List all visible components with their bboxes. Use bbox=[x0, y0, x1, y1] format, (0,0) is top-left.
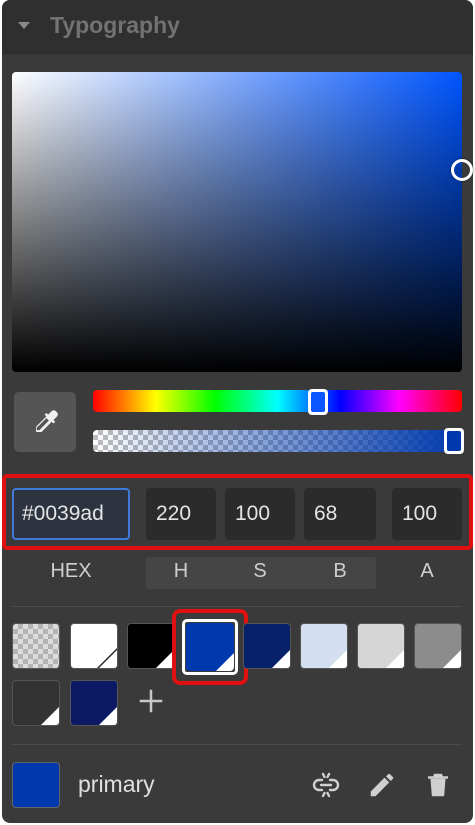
plus-icon bbox=[139, 689, 163, 713]
trash-icon bbox=[428, 773, 448, 797]
eyedropper-icon bbox=[36, 410, 58, 432]
pencil-icon bbox=[370, 773, 394, 797]
swatch-white[interactable] bbox=[70, 623, 118, 669]
current-color-swatch[interactable] bbox=[12, 762, 60, 808]
divider bbox=[12, 744, 462, 745]
alpha-slider-handle[interactable] bbox=[444, 428, 464, 454]
brightness-label[interactable]: B bbox=[304, 560, 376, 583]
unlink-button[interactable] bbox=[310, 768, 342, 802]
delete-color-button[interactable] bbox=[422, 768, 454, 802]
unlink-icon bbox=[312, 772, 340, 798]
saturation-brightness-handle[interactable] bbox=[451, 159, 473, 181]
swatch-dark-gray[interactable] bbox=[12, 680, 60, 726]
hue-slider-handle[interactable] bbox=[308, 389, 328, 415]
swatch-light-blue[interactable] bbox=[300, 623, 348, 669]
caret-down-icon[interactable] bbox=[18, 22, 30, 29]
alpha-slider[interactable] bbox=[93, 430, 462, 452]
value-fields-highlight bbox=[2, 474, 473, 550]
hex-label[interactable]: HEX bbox=[12, 560, 130, 583]
saturation-label[interactable]: S bbox=[225, 560, 295, 583]
swatch-transparent[interactable] bbox=[12, 623, 60, 669]
alpha-label[interactable]: A bbox=[392, 560, 462, 583]
swatch-dark-navy[interactable] bbox=[70, 680, 118, 726]
divider bbox=[12, 606, 462, 607]
swatch-black[interactable] bbox=[127, 623, 175, 669]
saturation-brightness-area[interactable] bbox=[12, 72, 462, 372]
edit-color-button[interactable] bbox=[366, 768, 398, 802]
hue-slider[interactable] bbox=[93, 390, 462, 412]
typography-section-header[interactable]: Typography bbox=[2, 0, 473, 54]
eyedropper-button[interactable] bbox=[14, 392, 76, 452]
section-title: Typography bbox=[50, 12, 180, 38]
swatch-navy[interactable] bbox=[243, 623, 291, 669]
current-color-name: primary bbox=[78, 771, 155, 797]
swatch-gray[interactable] bbox=[414, 623, 462, 669]
hue-label[interactable]: H bbox=[146, 560, 216, 583]
swatch-light-gray[interactable] bbox=[357, 623, 405, 669]
add-swatch-button[interactable] bbox=[134, 686, 168, 720]
swatch-primary[interactable] bbox=[186, 623, 234, 671]
